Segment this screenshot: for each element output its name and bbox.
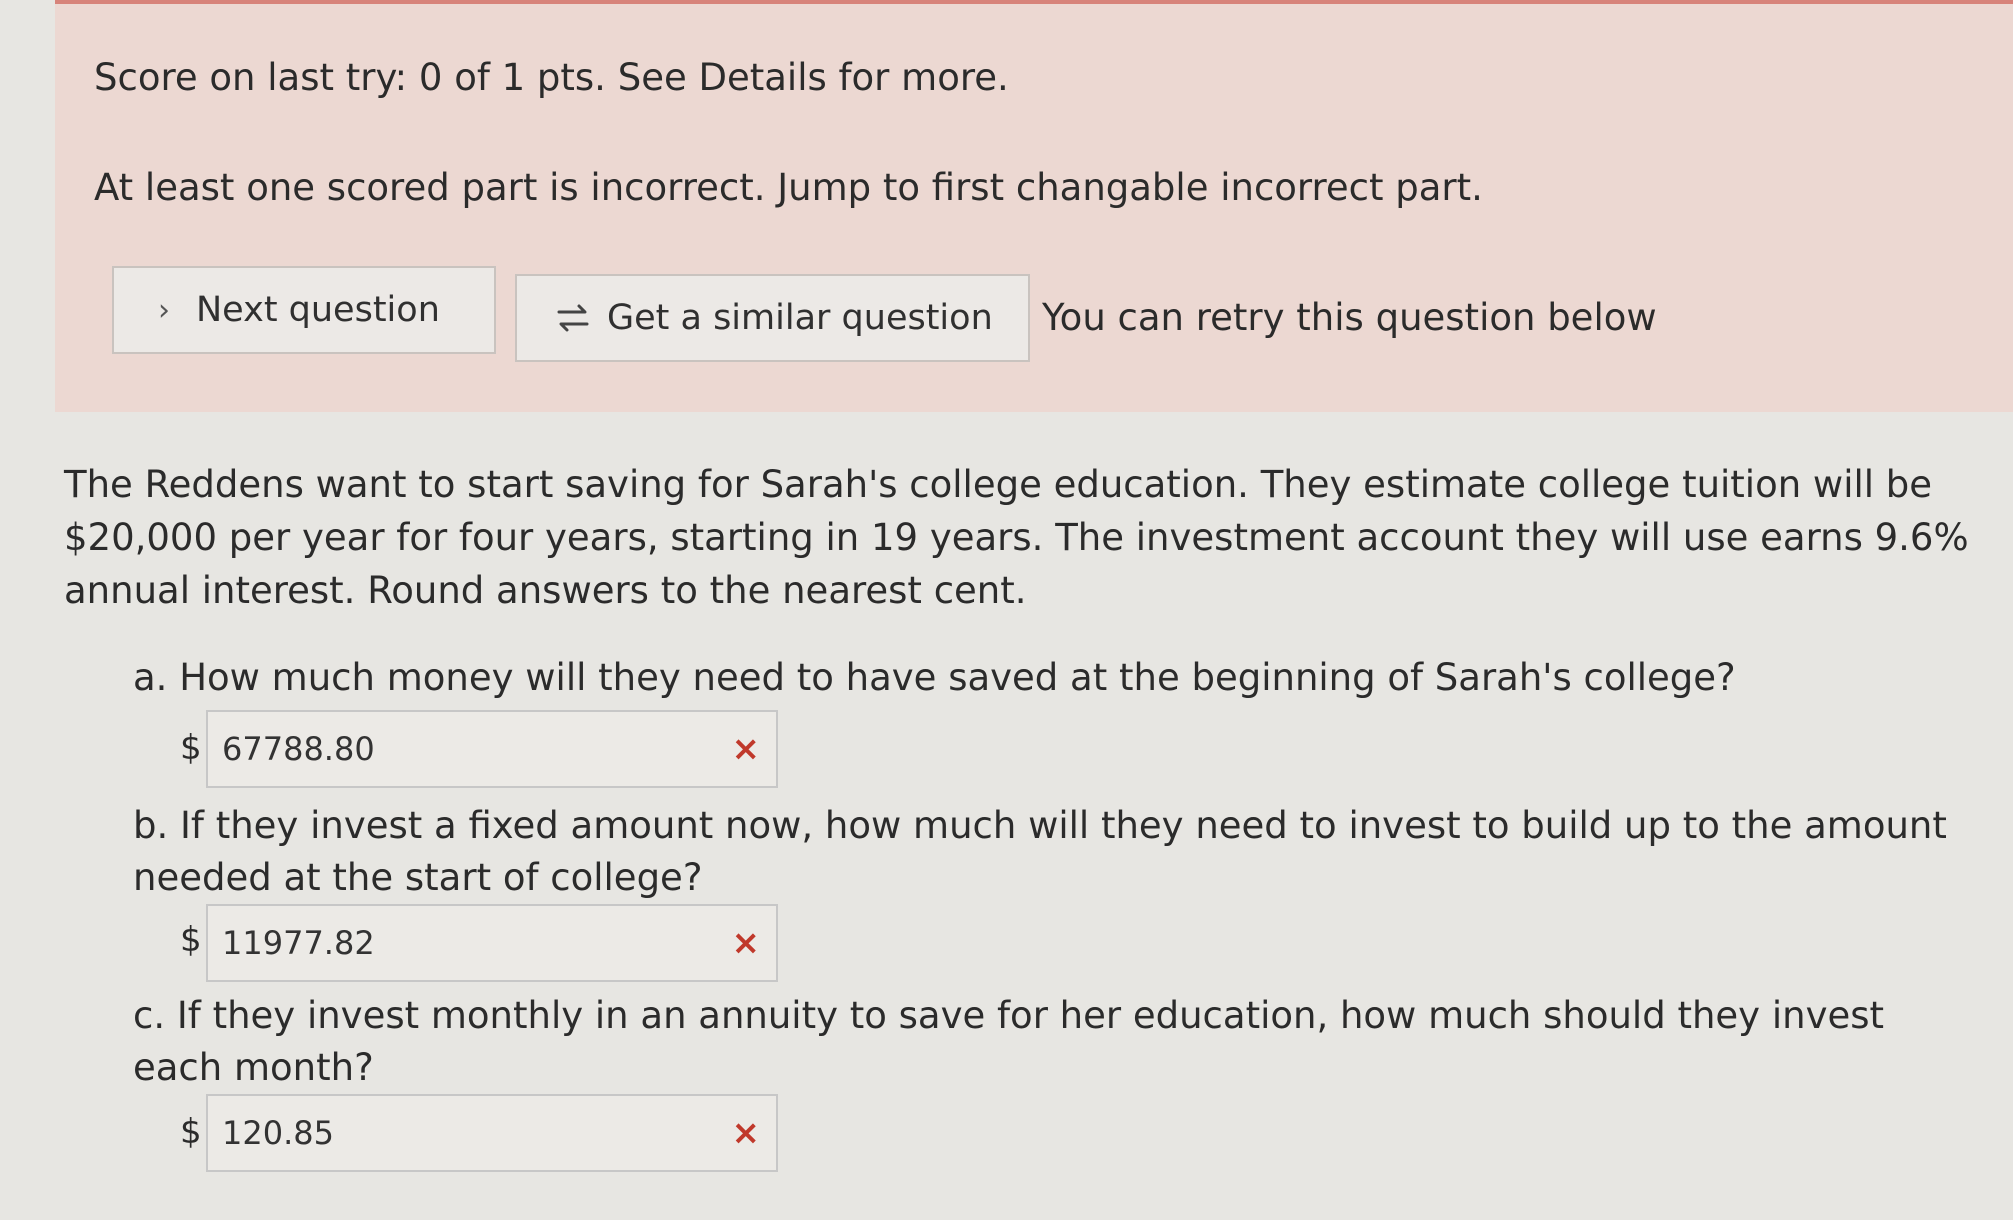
problem-statement: The Reddens want to start saving for Sar… [64, 463, 1969, 612]
currency-symbol: $ [180, 1112, 202, 1152]
similar-question-label: Get a similar question [607, 298, 993, 338]
answer-input-b[interactable]: 11977.82 × [206, 904, 778, 982]
answer-input-c[interactable]: 120.85 × [206, 1094, 778, 1172]
retry-note: You can retry this question below [1042, 296, 1657, 339]
currency-symbol: $ [180, 920, 202, 960]
incorrect-notice-link[interactable]: At least one scored part is incorrect. J… [94, 166, 1483, 209]
answer-value-a: 67788.80 [222, 730, 375, 768]
swap-icon [557, 304, 589, 332]
answer-value-c: 120.85 [222, 1114, 334, 1152]
question-part-c: c. If they invest monthly in an annuity … [133, 994, 1885, 1089]
similar-question-button[interactable]: Get a similar question [515, 274, 1030, 362]
next-question-button[interactable]: › Next question [112, 266, 496, 354]
answer-value-b: 11977.82 [222, 924, 375, 962]
score-text: Score on last try: 0 of 1 pts. See Detai… [94, 56, 1009, 99]
incorrect-x-icon: × [731, 923, 761, 963]
incorrect-x-icon: × [731, 729, 761, 769]
next-question-label: Next question [196, 290, 440, 330]
chevron-right-icon: › [158, 292, 170, 328]
question-part-b: b. If they invest a fixed amount now, ho… [133, 804, 1947, 899]
question-part-a: a. How much money will they need to have… [133, 656, 1736, 699]
incorrect-x-icon: × [731, 1113, 761, 1153]
answer-input-a[interactable]: 67788.80 × [206, 710, 778, 788]
currency-symbol: $ [180, 728, 202, 768]
